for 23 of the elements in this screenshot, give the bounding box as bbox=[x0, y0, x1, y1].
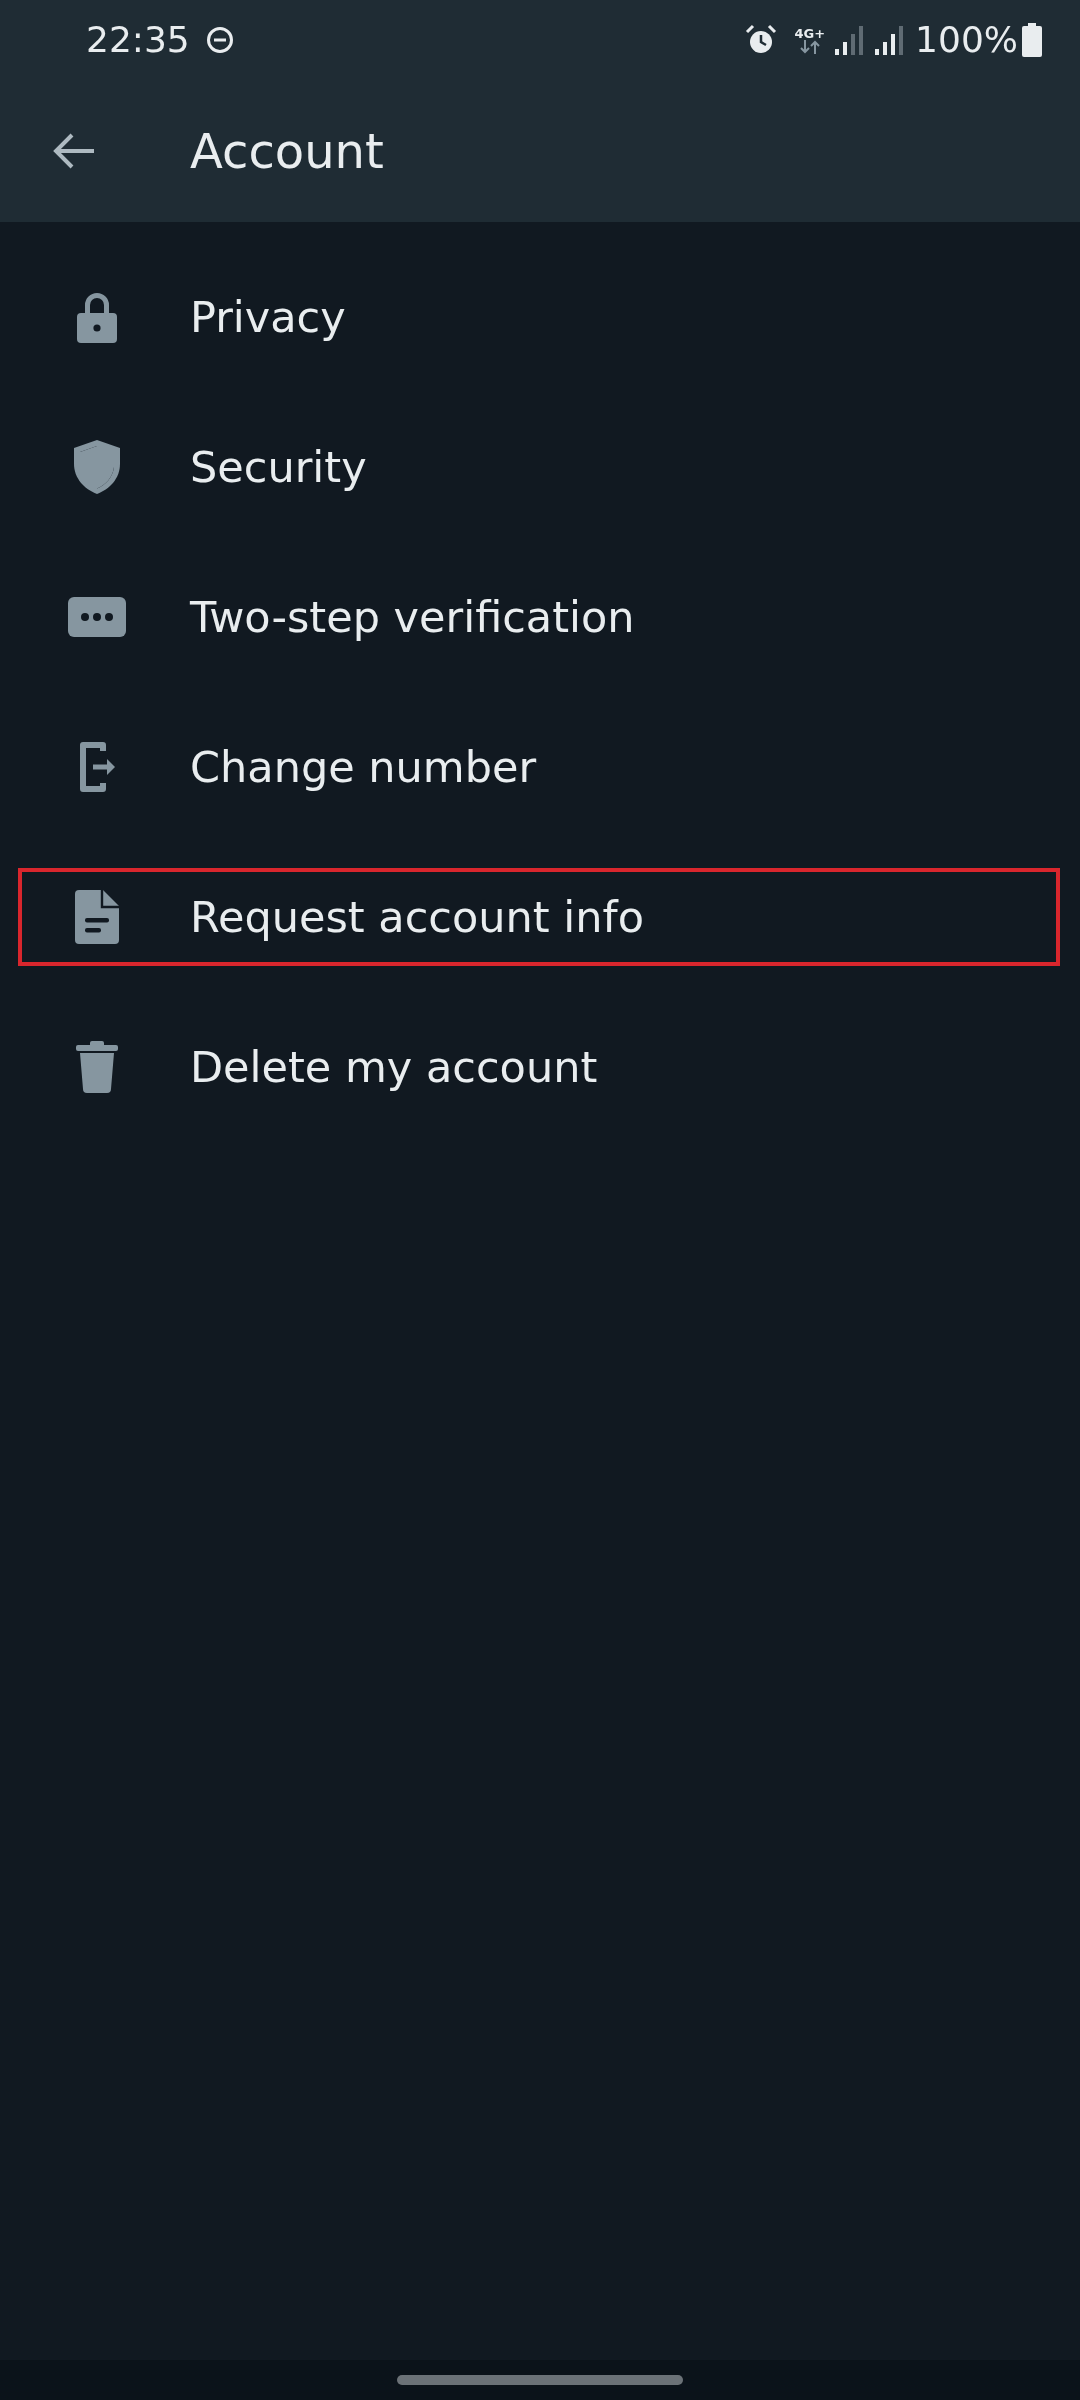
alarm-icon bbox=[744, 24, 779, 56]
battery-percentage: 100% bbox=[915, 18, 1018, 62]
menu-item[interactable]: Request account info bbox=[18, 868, 1060, 966]
clock: 22:35 bbox=[86, 18, 190, 62]
trash-icon bbox=[76, 1041, 118, 1093]
lock-icon bbox=[75, 291, 119, 343]
phone-exit-icon bbox=[77, 739, 117, 795]
back-arrow-icon bbox=[52, 131, 96, 171]
screen-title: Account bbox=[190, 122, 384, 181]
password-dots-icon bbox=[68, 597, 126, 637]
network-type: 4G+ bbox=[794, 26, 826, 40]
menu-item[interactable]: Change number bbox=[18, 718, 1060, 816]
menu-item[interactable]: Two-step verification bbox=[18, 568, 1060, 666]
menu-item[interactable]: Security bbox=[18, 418, 1060, 516]
data-arrows-icon bbox=[798, 39, 821, 54]
shield-icon bbox=[74, 440, 120, 494]
signal-icon bbox=[875, 25, 904, 55]
menu-item[interactable]: Privacy bbox=[18, 268, 1060, 366]
menu-item[interactable]: Delete my account bbox=[18, 1018, 1060, 1116]
signal-icon bbox=[835, 25, 864, 55]
do-not-disturb-icon bbox=[205, 26, 234, 54]
document-icon bbox=[75, 890, 119, 944]
battery-icon bbox=[1022, 23, 1042, 57]
